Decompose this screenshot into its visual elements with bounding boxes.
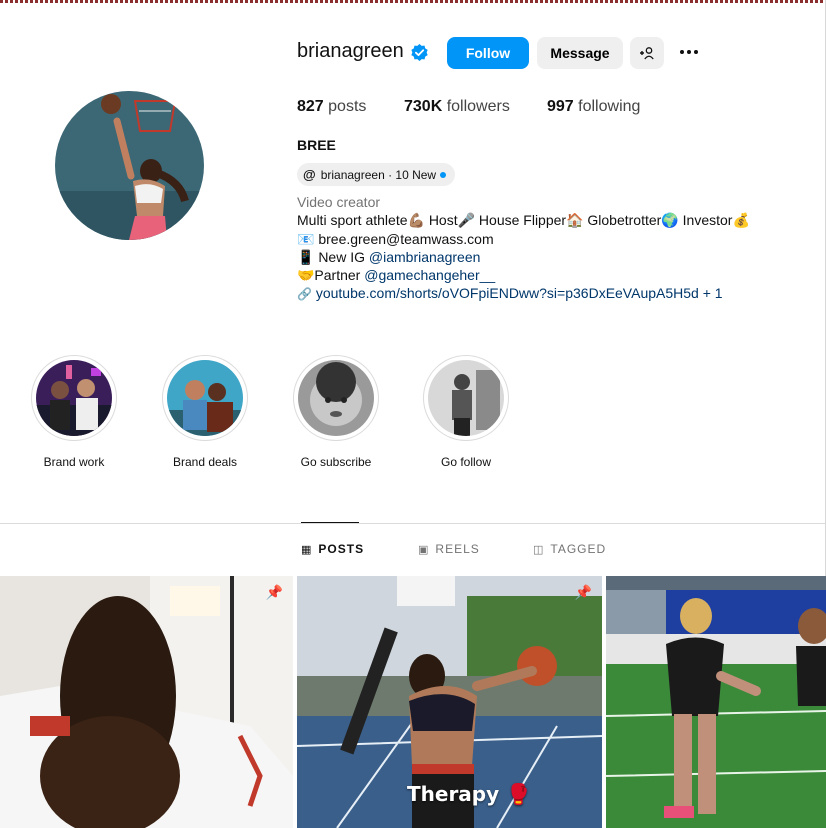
grid-icon: ▦ — [301, 543, 313, 556]
following-count-label: following — [578, 98, 641, 115]
highlight-label: Brand deals — [172, 455, 238, 469]
email-emoji: 📧 — [297, 230, 315, 247]
bio-email-line: 📧 bree.green@teamwass.com — [297, 230, 797, 248]
posts-count-label: posts — [328, 98, 367, 115]
bio-new-ig-line: 📱 New IG @iambrianagreen — [297, 248, 797, 266]
bio-external-link[interactable]: youtube.com/shorts/oVOFpiENDww?si=p36DxE… — [316, 285, 723, 301]
tab-label: TAGGED — [550, 542, 607, 556]
posts-count[interactable]: 827 posts — [297, 98, 404, 116]
highlight-label: Brand work — [43, 455, 105, 469]
highlight-ring — [293, 355, 379, 441]
highlight-ring — [162, 355, 248, 441]
highlight-cover — [298, 360, 374, 436]
pinned-icon: 📌 — [574, 584, 592, 600]
profile-stats: 827 posts 730K followers 997 following — [297, 98, 640, 116]
tagged-icon: ◫ — [533, 543, 545, 556]
bio-partner-line: 🤝Partner @gamechangeher__ — [297, 266, 797, 284]
tab-label: POSTS — [318, 542, 365, 556]
following-link[interactable]: 997 following — [547, 98, 640, 116]
highlight-cover — [167, 360, 243, 436]
posts-count-value: 827 — [297, 98, 324, 115]
post-image — [606, 576, 826, 828]
new-ig-prefix: 📱 New IG — [297, 248, 365, 265]
post-tile[interactable]: 📌 — [0, 576, 293, 828]
active-tab-indicator — [301, 522, 359, 523]
bio-email: bree.green@teamwass.com — [318, 230, 494, 247]
post-tile[interactable] — [606, 576, 826, 828]
profile-avatar[interactable] — [55, 91, 204, 240]
pinned-icon: 📌 — [265, 584, 283, 600]
highlight-cover — [36, 360, 112, 436]
highlight-go-subscribe[interactable]: Go subscribe — [276, 355, 396, 469]
threads-icon: @ — [303, 167, 316, 182]
threads-new-dot — [440, 171, 447, 178]
follow-button[interactable]: Follow — [447, 37, 529, 69]
post-tile[interactable]: 📌 Therapy 🥊 — [297, 576, 602, 828]
followers-count-value: 730K — [404, 98, 443, 115]
profile-tabs: ▦ POSTS ▣ REELS ◫ TAGGED — [0, 542, 826, 560]
tab-posts[interactable]: ▦ POSTS — [301, 542, 364, 556]
threads-handle: brianagreen · 10 New — [320, 167, 437, 182]
highlight-label: Go subscribe — [300, 455, 372, 469]
partner-mention[interactable]: @gamechangeher__ — [364, 267, 495, 283]
more-options-icon[interactable] — [676, 42, 702, 62]
tabs-divider — [0, 523, 826, 524]
bio-link-line[interactable]: 🔗 youtube.com/shorts/oVOFpiENDww?si=p36D… — [297, 284, 797, 303]
highlight-label: Go follow — [440, 455, 492, 469]
tab-label: REELS — [435, 542, 480, 556]
reels-icon: ▣ — [418, 543, 430, 556]
story-highlights: Brand work Brand deals Go subscribe Go f… — [0, 355, 826, 475]
highlight-brand-deals[interactable]: Brand deals — [145, 355, 265, 469]
post-image — [0, 576, 293, 828]
link-icon: 🔗 — [297, 287, 312, 302]
following-count-value: 997 — [547, 98, 574, 115]
add-user-icon — [640, 47, 654, 60]
profile-full-name: BREE — [297, 137, 336, 153]
profile-bio: Video creator Multi sport athlete💪🏽 Host… — [297, 193, 797, 304]
followers-count-label: followers — [446, 98, 510, 115]
avatar-image — [55, 91, 204, 240]
partner-prefix: 🤝Partner — [297, 267, 361, 284]
tab-tagged[interactable]: ◫ TAGGED — [533, 542, 606, 556]
post-overlay-text: Therapy 🥊 — [407, 782, 532, 806]
bio-line: Multi sport athlete💪🏽 Host🎤 House Flippe… — [297, 212, 750, 229]
top-border — [0, 0, 826, 3]
highlight-cover — [428, 360, 504, 436]
tab-reels[interactable]: ▣ REELS — [418, 542, 480, 556]
message-button[interactable]: Message — [537, 37, 623, 69]
highlight-go-follow[interactable]: Go follow — [406, 355, 526, 469]
suggested-users-button[interactable] — [630, 37, 664, 69]
threads-badge[interactable]: @ brianagreen · 10 New — [297, 163, 456, 186]
posts-grid: 📌 📌 Therapy 🥊 — [0, 576, 826, 828]
highlight-ring — [31, 355, 117, 441]
profile-username: brianagreen — [297, 40, 404, 62]
highlight-ring — [423, 355, 509, 441]
highlight-brand-work[interactable]: Brand work — [14, 355, 134, 469]
followers-link[interactable]: 730K followers — [404, 98, 547, 116]
new-ig-mention[interactable]: @iambrianagreen — [369, 249, 481, 265]
bio-category: Video creator — [297, 194, 381, 210]
verified-badge-icon — [411, 43, 428, 62]
